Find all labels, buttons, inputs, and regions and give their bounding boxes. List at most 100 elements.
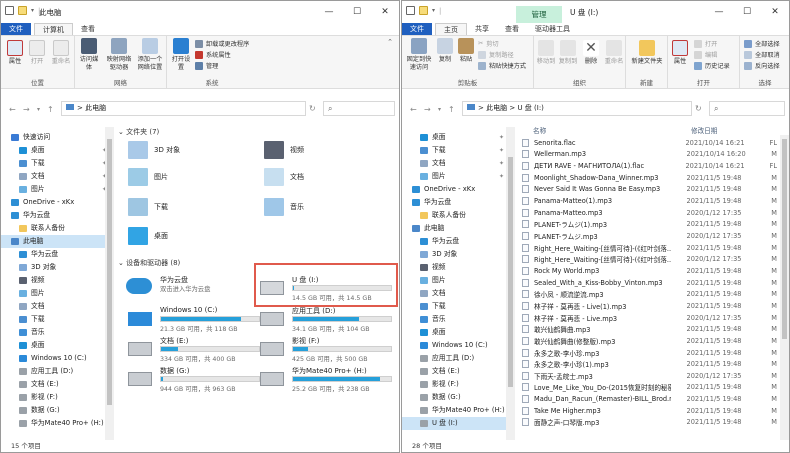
folder-music[interactable]: 音乐 [264, 198, 304, 216]
folder-documents[interactable]: 文档 [264, 168, 304, 186]
nav-item[interactable]: 应用工具 (D:) [1, 365, 113, 378]
edit-button[interactable]: 编辑 [694, 50, 717, 59]
table-row[interactable]: Never Said It Was Gonna Be Easy.mp3 2021/… [519, 184, 777, 196]
path-segment[interactable]: U 盘 (I:) [517, 104, 543, 112]
table-row[interactable]: Right_Here_Waiting-[丝情可待]-(《红叶剑落... 2021/… [519, 242, 777, 254]
cut-button[interactable]: ✂ 剪切 [478, 39, 499, 48]
delete-button[interactable]: ✕ 删除 [581, 40, 601, 66]
table-row[interactable]: 徐小凤 - 顺流逆流.mp3 2021/11/5 19:48 M [519, 288, 777, 300]
nav-item[interactable]: 桌面 [402, 326, 510, 339]
table-row[interactable]: Panama-Matteo(1).mp3 2021/11/5 19:48 M [519, 195, 777, 207]
nav-item[interactable]: 图片✦ [402, 170, 510, 183]
huawei-cloud-drive[interactable]: 华为云盘 双击进入华为云盘 [124, 273, 254, 303]
folders-section-header[interactable]: ⌄ 文件夹 (7) [118, 127, 159, 137]
nav-item[interactable]: 快速访问 [1, 131, 113, 144]
pin-icon[interactable]: ✦ [499, 144, 504, 157]
copy-path-button[interactable]: 复制路径 [478, 50, 514, 59]
refresh-icon[interactable]: ↻ [309, 104, 316, 113]
nav-item[interactable]: 图片✦ [1, 183, 113, 196]
nav-item[interactable]: OneDrive - xKx [1, 196, 113, 209]
add-network-location-button[interactable]: 添加一个网络位置 [135, 38, 165, 72]
uninstall-programs-button[interactable]: 卸载或更改程序 [195, 39, 249, 48]
recent-dropdown-icon[interactable]: ▾ [438, 106, 441, 113]
manage-context-tab[interactable]: 管理 [516, 6, 562, 23]
nav-item[interactable]: 音乐 [402, 313, 510, 326]
nav-item[interactable]: 下载 [1, 313, 113, 326]
nav-scrollbar[interactable] [506, 127, 515, 440]
tab-file[interactable]: 文件 [1, 23, 31, 35]
qat-dropdown-icon[interactable]: ▾ [31, 7, 34, 14]
nav-item[interactable]: 桌面✦ [1, 144, 113, 157]
properties-quick-icon[interactable] [406, 6, 415, 15]
paste-button[interactable]: 粘贴 [456, 38, 476, 64]
open-settings-button[interactable]: 打开设置 [169, 38, 193, 72]
nav-item[interactable]: 文档 [402, 287, 510, 300]
nav-scrollbar[interactable] [105, 127, 114, 440]
table-row[interactable]: Love_Me_Like_You_Do-(2015恢复时刻的秘密... 2021/… [519, 382, 777, 394]
paste-shortcut-button[interactable]: 粘贴快捷方式 [478, 61, 526, 70]
nav-item[interactable]: 桌面✦ [402, 131, 510, 144]
nav-item[interactable]: 下载 [402, 300, 510, 313]
new-folder-quick-icon[interactable] [419, 6, 428, 15]
nav-item[interactable]: 此电脑 [1, 235, 113, 248]
table-row[interactable]: Madu_Dan_Racun_(Remaster)-BILL_Brod.m...… [519, 393, 777, 405]
up-arrow-icon[interactable]: ↑ [448, 105, 455, 114]
table-row[interactable]: Moonlight_Shadow-Dana_Winner.mp3 2021/11/… [519, 172, 777, 184]
address-bar[interactable]: > 此电脑 > U 盘 (I:) [462, 101, 692, 116]
column-name[interactable]: 名称 [533, 125, 546, 135]
nav-item[interactable]: 联系人备份 [402, 209, 510, 222]
forward-arrow-icon[interactable]: → [424, 105, 431, 114]
drives-section-header[interactable]: ⌄ 设备和驱动器 (8) [118, 258, 180, 268]
folder-downloads[interactable]: 下载 [128, 198, 168, 216]
table-row[interactable]: 敢兴仙鹤舞曲(修整版).mp3 2021/11/5 19:48 M [519, 335, 777, 347]
tab-share[interactable]: 共享 [467, 23, 497, 35]
tab-view[interactable]: 查看 [497, 23, 527, 35]
nav-item[interactable]: 桌面 [1, 339, 113, 352]
nav-item[interactable]: 音乐 [1, 326, 113, 339]
folder-videos[interactable]: 视频 [264, 141, 304, 159]
nav-item[interactable]: 华为Mate40 Pro+ (H:) [1, 417, 113, 430]
nav-item[interactable]: 视频 [1, 274, 113, 287]
list-scrollbar[interactable] [780, 135, 789, 440]
table-row[interactable]: Senorita.flac 2021/10/14 16:21 FL [519, 137, 777, 149]
path-segment-root[interactable]: 此电脑 [486, 104, 507, 112]
nav-item[interactable]: 华为云盘 [1, 209, 113, 222]
properties-button[interactable]: 属性 [670, 40, 690, 66]
table-row[interactable]: 下雨天-孟皖士.mp3 2020/1/12 17:35 M [519, 370, 777, 382]
manage-button[interactable]: 管理 [195, 61, 218, 70]
qat-dropdown-icon[interactable]: ▾ [432, 7, 435, 14]
table-row[interactable]: Panama-Matteo.mp3 2020/1/12 17:35 M [519, 207, 777, 219]
nav-item[interactable]: 数据 (G:) [402, 391, 510, 404]
rename-button[interactable]: 重命名 [603, 40, 625, 66]
pin-icon[interactable]: ✦ [499, 170, 504, 183]
select-none-button[interactable]: 全部取消 [744, 50, 780, 59]
folder-desktop[interactable]: 桌面 [128, 227, 168, 245]
nav-item[interactable]: 3D 对象 [1, 261, 113, 274]
table-row[interactable]: 林子祥 - 莫再悲 - Live(1).mp3 2021/11/5 19:48 M [519, 300, 777, 312]
list-scrollbar-thumb[interactable] [782, 139, 787, 339]
nav-scrollbar-thumb[interactable] [107, 139, 112, 405]
map-network-drive-button[interactable]: 映射网络驱动器 [105, 38, 133, 72]
properties-button[interactable]: 属性 [5, 40, 25, 66]
column-date[interactable]: 修改日期 [691, 125, 717, 135]
nav-item[interactable]: 联系人备份 [1, 222, 113, 235]
table-row[interactable]: 面静之声-口琴版.mp3 2021/11/5 19:48 M [519, 417, 777, 429]
history-button[interactable]: 历史记录 [694, 61, 730, 70]
pin-icon[interactable]: ✦ [499, 131, 504, 144]
open-button[interactable]: 打开 [27, 40, 47, 66]
nav-item[interactable]: 文档 [1, 300, 113, 313]
maximize-button[interactable]: ☐ [733, 1, 761, 23]
table-row[interactable]: Take Me Higher.mp3 2021/11/5 19:48 M [519, 405, 777, 417]
access-media-button[interactable]: 访问媒体 [77, 38, 101, 72]
forward-arrow-icon[interactable]: → [23, 105, 30, 114]
close-button[interactable]: ✕ [371, 1, 399, 23]
nav-item[interactable]: 视频 [402, 261, 510, 274]
drive-h[interactable]: 华为Mate40 Pro+ (H:) 25.2 GB 可用，共 238 GB [256, 364, 392, 394]
table-row[interactable]: Right_Here_Waiting-[丝情可待]-(《红叶剑落... 2020/… [519, 254, 777, 266]
back-arrow-icon[interactable]: ← [410, 105, 417, 114]
nav-item[interactable]: 下载 ✦ [402, 144, 510, 157]
folder-pictures[interactable]: 图片 [128, 168, 168, 186]
refresh-icon[interactable]: ↻ [695, 104, 702, 113]
nav-item[interactable]: 文档 ✦ [402, 157, 510, 170]
drive-f[interactable]: 影视 (F:) 425 GB 可用，共 500 GB [256, 334, 392, 364]
